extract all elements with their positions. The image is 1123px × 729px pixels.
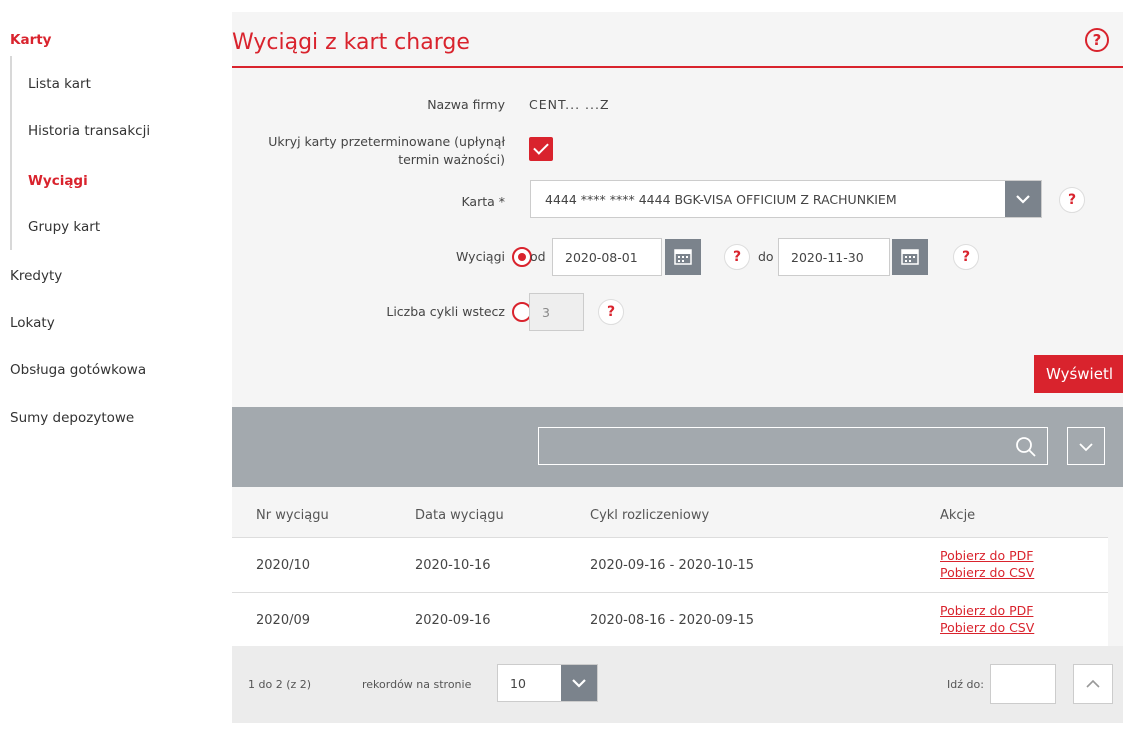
from-date-input[interactable]: 2020-08-01	[552, 238, 662, 276]
from-help-icon[interactable]: ?	[724, 244, 750, 270]
cycles-help-icon[interactable]: ?	[598, 299, 624, 325]
row-cycle: 2020-08-16 - 2020-09-15	[590, 613, 755, 628]
chevron-down-icon	[1016, 195, 1030, 204]
nav-grupy-kart[interactable]: Grupy kart	[28, 219, 100, 235]
company-label: Nazwa firmy	[427, 97, 505, 112]
chevron-down-icon	[572, 679, 586, 688]
title-bar: Wyciągi z kart charge ?	[232, 12, 1123, 68]
main-panel: Wyciągi z kart charge ? Nazwa firmy CENT…	[232, 12, 1123, 723]
filter-dropdown-button[interactable]	[1067, 427, 1105, 465]
chevron-down-icon	[1079, 443, 1093, 452]
pagination-bar: 1 do 2 (z 2) rekordów na stronie 10 Idź …	[232, 646, 1123, 723]
download-pdf-link[interactable]: Pobierz do PDF	[940, 603, 1033, 618]
header-data-wyciagu: Data wyciągu	[415, 508, 504, 523]
search-input[interactable]	[538, 427, 1048, 465]
header-cykl: Cykl rozliczeniowy	[590, 508, 710, 523]
hide-expired-label-line1: Ukryj karty przeterminowane (upłynął	[268, 134, 505, 149]
statements-radio[interactable]	[512, 247, 532, 267]
karty-submenu: Lista kart Historia transakcji Wyciągi G…	[10, 56, 210, 250]
download-csv-link[interactable]: Pobierz do CSV	[940, 620, 1034, 635]
scroll-up-button[interactable]	[1073, 664, 1113, 704]
header-nr-wyciagu: Nr wyciągu	[256, 508, 329, 523]
row-nr: 2020/09	[256, 613, 311, 628]
row-date: 2020-10-16	[415, 558, 491, 573]
hide-expired-label-line2: termin ważności)	[398, 152, 505, 167]
to-help-icon[interactable]: ?	[953, 244, 979, 270]
calendar-icon	[901, 249, 919, 265]
nav-lista-kart[interactable]: Lista kart	[28, 76, 91, 92]
nav-sumy-depozytowe[interactable]: Sumy depozytowe	[10, 410, 134, 426]
sidebar: Karty Lista kart Historia transakcji Wyc…	[0, 0, 215, 729]
nav-obsluga-gotowkowa[interactable]: Obsługa gotówkowa	[10, 362, 146, 378]
calendar-icon	[674, 249, 692, 265]
goto-page-input[interactable]	[990, 664, 1056, 704]
row-cycle: 2020-09-16 - 2020-10-15	[590, 558, 755, 573]
per-page-value: 10	[510, 676, 526, 691]
goto-label: Idź do:	[947, 678, 984, 691]
company-value: CENT... ...Z	[529, 97, 610, 112]
cycles-label: Liczba cykli wstecz	[386, 304, 505, 319]
card-label: Karta *	[461, 194, 505, 209]
page-title: Wyciągi z kart charge	[232, 30, 470, 55]
from-label: od	[530, 249, 546, 264]
page-help-icon[interactable]: ?	[1085, 28, 1109, 52]
to-calendar-button[interactable]	[892, 239, 928, 275]
show-button[interactable]: Wyświetl	[1034, 355, 1123, 393]
records-range: 1 do 2 (z 2)	[248, 678, 312, 691]
row-date: 2020-09-16	[415, 613, 491, 628]
per-page-dropdown-button[interactable]	[561, 665, 597, 701]
statements-label: Wyciągi	[456, 249, 505, 264]
from-calendar-button[interactable]	[665, 239, 701, 275]
card-help-icon[interactable]: ?	[1059, 187, 1085, 213]
card-select-value: 4444 **** **** 4444 BGK-VISA OFFICIUM Z …	[545, 192, 897, 207]
download-csv-link[interactable]: Pobierz do CSV	[940, 565, 1034, 580]
chevron-up-icon	[1086, 679, 1100, 688]
download-pdf-link[interactable]: Pobierz do PDF	[940, 548, 1033, 563]
per-page-select[interactable]: 10	[497, 664, 598, 702]
to-label: do	[758, 249, 774, 264]
nav-lokaty[interactable]: Lokaty	[10, 315, 55, 331]
header-akcje: Akcje	[940, 508, 976, 523]
row-nr: 2020/10	[256, 558, 311, 573]
hide-expired-checkbox[interactable]	[529, 137, 553, 161]
card-dropdown-button[interactable]	[1005, 181, 1041, 217]
table-row: 2020/09 2020-09-16 2020-08-16 - 2020-09-…	[232, 592, 1108, 647]
filter-bar	[232, 407, 1123, 487]
nav-wyciagi[interactable]: Wyciągi	[28, 173, 88, 189]
per-page-label: rekordów na stronie	[362, 678, 472, 691]
nav-kredyty[interactable]: Kredyty	[10, 268, 62, 284]
card-select[interactable]: 4444 **** **** 4444 BGK-VISA OFFICIUM Z …	[530, 180, 1042, 218]
nav-historia-transakcji[interactable]: Historia transakcji	[28, 123, 150, 139]
search-icon[interactable]	[1015, 436, 1037, 458]
to-date-input[interactable]: 2020-11-30	[778, 238, 890, 276]
cycles-input[interactable]: 3	[529, 293, 584, 331]
table-row: 2020/10 2020-10-16 2020-09-16 - 2020-10-…	[232, 537, 1108, 592]
nav-karty[interactable]: Karty	[10, 32, 51, 48]
